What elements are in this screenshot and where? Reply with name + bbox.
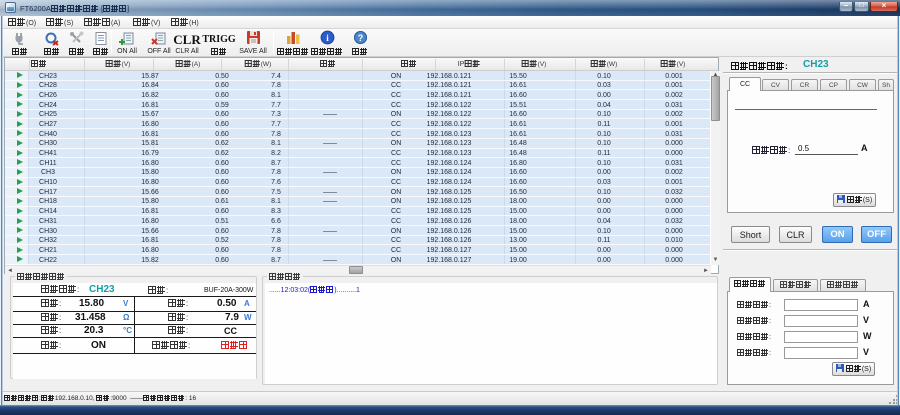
svg-text:?: ? bbox=[357, 33, 363, 43]
